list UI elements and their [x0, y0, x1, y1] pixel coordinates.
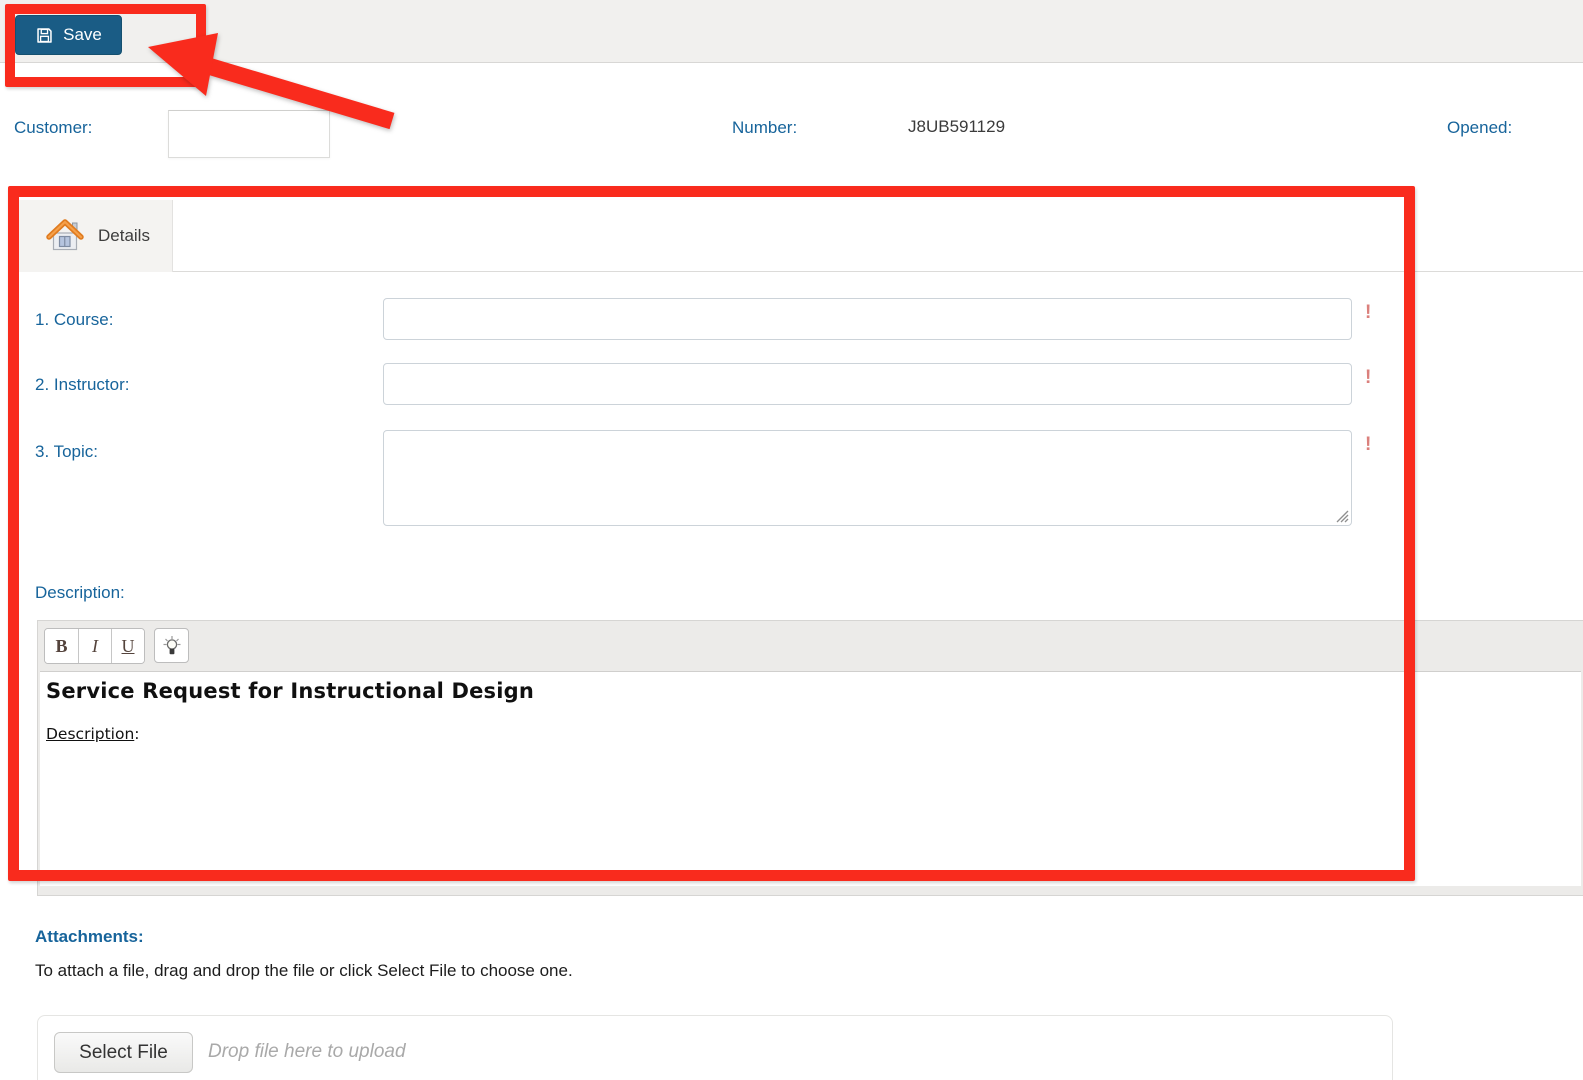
customer-field[interactable]: [168, 110, 330, 158]
opened-label: Opened:: [1447, 118, 1512, 138]
top-toolbar: Save: [0, 0, 1583, 63]
customer-label: Customer:: [14, 118, 92, 138]
instructor-input[interactable]: [383, 363, 1352, 405]
textarea-resize-handle[interactable]: [1334, 508, 1350, 524]
course-label: 1. Course:: [35, 310, 113, 330]
file-drop-zone[interactable]: Select File Drop file here to upload: [37, 1015, 1393, 1080]
topic-required-indicator: !: [1365, 434, 1371, 456]
save-button-label: Save: [63, 25, 102, 45]
topic-textarea[interactable]: [383, 430, 1352, 526]
attachments-heading: Attachments:: [35, 927, 144, 947]
lightbulb-icon[interactable]: [154, 628, 189, 663]
number-value: J8UB591129: [908, 117, 1005, 137]
italic-button[interactable]: I: [78, 629, 111, 663]
instructor-required-indicator: !: [1365, 367, 1371, 389]
rich-text-editor: B I U Service Request for Instructional …: [37, 620, 1583, 896]
editor-toolbar: B I U: [44, 628, 189, 664]
drop-file-placeholder: Drop file here to upload: [208, 1041, 406, 1063]
bold-button[interactable]: B: [45, 629, 78, 663]
course-required-indicator: !: [1365, 302, 1371, 324]
underline-button[interactable]: U: [111, 629, 144, 663]
course-input[interactable]: [383, 298, 1352, 340]
service-request-page: Save Customer: Number: J8UB591129 Opened…: [0, 0, 1583, 1080]
editor-content-heading: Service Request for Instructional Design: [46, 679, 534, 703]
attachments-instructions: To attach a file, drag and drop the file…: [35, 961, 573, 981]
save-floppy-icon: [35, 26, 54, 45]
tab-strip: Details: [18, 200, 1583, 272]
description-label: Description:: [35, 583, 125, 603]
home-icon: [44, 216, 86, 256]
topic-label: 3. Topic:: [35, 442, 98, 462]
select-file-button[interactable]: Select File: [54, 1032, 193, 1073]
tab-details[interactable]: Details: [18, 200, 173, 272]
editor-content-body: Description:: [46, 725, 140, 743]
number-label: Number:: [732, 118, 797, 138]
editor-body-description-word: Description: [46, 725, 134, 743]
editor-body-colon: :: [134, 725, 139, 743]
editor-content-area[interactable]: Service Request for Instructional Design…: [40, 671, 1581, 886]
tab-details-label: Details: [98, 226, 150, 246]
instructor-label: 2. Instructor:: [35, 375, 129, 395]
save-button[interactable]: Save: [15, 15, 122, 55]
